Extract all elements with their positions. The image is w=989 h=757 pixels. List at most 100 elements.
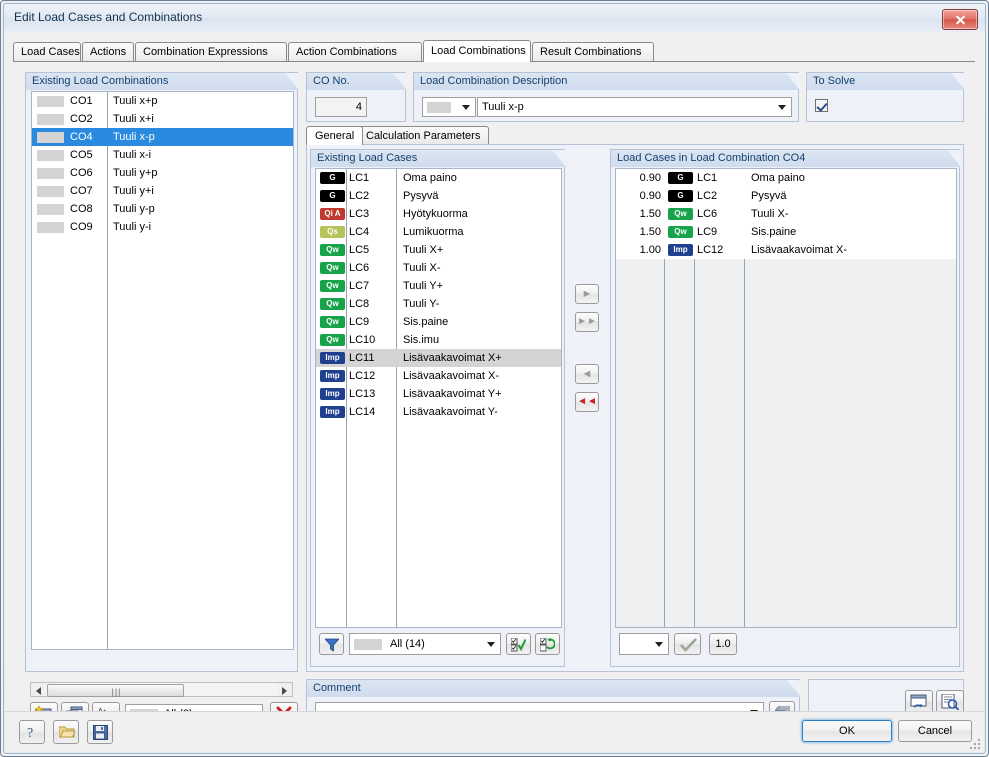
load-case-type-badge: Imp [320, 352, 345, 364]
ok-button[interactable]: OK [802, 720, 892, 742]
save-button[interactable] [87, 720, 113, 744]
combination-load-case-row[interactable]: 1.00 Imp LC12 Lisävaakavoimat X- [616, 241, 956, 259]
combination-load-case-row[interactable]: 1.50 Qw LC9 Sis.paine [616, 223, 956, 241]
combination-load-case-row[interactable]: 0.90 G LC2 Pysyvä [616, 187, 956, 205]
move-right-single-button[interactable]: ► [575, 284, 599, 304]
combinations-horizontal-scrollbar[interactable]: ||| [30, 682, 293, 697]
tab-general[interactable]: General [306, 126, 364, 145]
combination-id: CO9 [70, 221, 93, 233]
load-case-row[interactable]: G LC1 Oma paino [316, 169, 561, 187]
combination-load-case-row[interactable]: 0.90 G LC1 Oma paino [616, 169, 956, 187]
chevron-down-icon [487, 642, 495, 647]
load-case-row[interactable]: Imp LC11 Lisävaakavoimat X+ [316, 349, 561, 367]
load-case-row[interactable]: Qw LC10 Sis.imu [316, 331, 561, 349]
move-right-all-button[interactable]: ►► [575, 312, 599, 332]
load-case-row[interactable]: Imp LC13 Lisävaakavoimat Y+ [316, 385, 561, 403]
combination-load-case-row[interactable]: 1.50 Qw LC6 Tuuli X- [616, 205, 956, 223]
apply-check-button[interactable] [674, 633, 701, 655]
unit-factor-button[interactable]: 1.0 [709, 633, 737, 655]
combination-row[interactable]: CO6 Tuuli y+p [32, 164, 293, 182]
invert-selection-load-cases-button[interactable] [535, 633, 560, 655]
cancel-button[interactable]: Cancel [898, 720, 972, 742]
load-case-description: Pysyvä [403, 190, 439, 202]
combination-id: CO1 [70, 95, 93, 107]
load-case-type-badge: Imp [320, 388, 345, 400]
existing-load-cases-list[interactable]: G LC1 Oma paino G LC2 Pysyvä Qi A LC3 Hyötykuorm… [315, 168, 562, 628]
tab-label: Load Cases [21, 46, 80, 58]
combination-row[interactable]: CO5 Tuuli x-i [32, 146, 293, 164]
load-case-id: LC5 [349, 244, 370, 256]
description-color-combo[interactable] [422, 97, 476, 117]
combination-contents-combo[interactable] [619, 633, 669, 655]
tab-calculation-parameters-label: Calculation Parameters [366, 130, 481, 142]
to-solve-checkbox[interactable] [815, 99, 828, 112]
combination-row[interactable]: CO9 Tuuli y-i [32, 218, 293, 236]
load-case-row[interactable]: Qi A LC3 Hyötykuorma [316, 205, 561, 223]
load-cases-filter-button[interactable] [319, 633, 344, 655]
combination-contents-list[interactable]: 0.90 G LC1 Oma paino 0.90 G LC2 Pysyvä 1.50 Qw LC6… [615, 168, 957, 628]
combination-color-swatch [37, 168, 64, 179]
tab-action-combinations[interactable]: Action Combinations [288, 42, 422, 61]
scroll-thumb[interactable]: ||| [47, 684, 184, 697]
chevron-down-icon [655, 642, 663, 647]
load-case-id: LC7 [349, 280, 370, 292]
load-case-row[interactable]: Qw LC6 Tuuli X- [316, 259, 561, 277]
load-cases-filter-combo[interactable]: All (14) [349, 633, 501, 655]
invert-check-icon [540, 638, 555, 652]
load-case-row[interactable]: Qw LC7 Tuuli Y+ [316, 277, 561, 295]
existing-load-combinations-list[interactable]: CO1 Tuuli x+p CO2 Tuuli x+i CO4 Tuuli x-p CO5 T… [31, 91, 294, 650]
move-left-all-button[interactable]: ◄◄ [575, 392, 599, 412]
existing-load-combinations-group: Existing Load Combinations CO1 Tuuli x+p C… [25, 72, 299, 672]
tab-actions[interactable]: Actions [82, 42, 134, 61]
load-case-row[interactable]: Imp LC14 Lisävaakavoimat Y- [316, 403, 561, 421]
load-case-row[interactable]: G LC2 Pysyvä [316, 187, 561, 205]
move-left-single-button[interactable]: ◄ [575, 364, 599, 384]
combination-load-case-id-cell: Qw LC9 [664, 223, 744, 241]
load-case-type-badge: Qw [668, 226, 693, 238]
description-text-combo[interactable]: Tuuli x-p [477, 97, 792, 117]
load-case-type-badge: Qw [668, 208, 693, 220]
svg-text:?: ? [27, 726, 33, 740]
load-case-id: LC13 [349, 388, 376, 400]
load-case-row[interactable]: Qw LC5 Tuuli X+ [316, 241, 561, 259]
co-number-input[interactable]: 4 [315, 97, 367, 117]
load-case-id: LC10 [349, 334, 376, 346]
tab-calculation-parameters[interactable]: Calculation Parameters [357, 126, 490, 145]
load-case-row[interactable]: Qs LC4 Lumikuorma [316, 223, 561, 241]
combination-row[interactable]: CO4 Tuuli x-p [32, 128, 293, 146]
load-case-id: LC4 [349, 226, 370, 238]
combination-row[interactable]: CO2 Tuuli x+i [32, 110, 293, 128]
title-bar: Edit Load Cases and Combinations [4, 4, 985, 32]
combination-row[interactable]: CO7 Tuuli y+i [32, 182, 293, 200]
combination-color-swatch [37, 96, 64, 107]
load-case-id-cell: Imp LC12 [316, 367, 396, 385]
open-button[interactable] [53, 720, 79, 744]
load-case-description: Tuuli Y+ [403, 280, 444, 292]
resize-grip[interactable] [968, 737, 980, 749]
scroll-right-button[interactable] [277, 683, 292, 696]
select-all-load-cases-button[interactable] [506, 633, 531, 655]
help-button[interactable]: ? [19, 720, 45, 744]
combination-id-cell: CO7 [32, 182, 106, 200]
load-case-id-cell: G LC1 [316, 169, 396, 187]
tab-result-combinations[interactable]: Result Combinations [532, 42, 654, 61]
move-left-single-icon: ◄ [581, 368, 593, 380]
combination-color-swatch [37, 186, 64, 197]
combination-row[interactable]: CO8 Tuuli y-p [32, 200, 293, 218]
load-case-row[interactable]: Qw LC9 Sis.paine [316, 313, 561, 331]
move-right-all-icon: ►► [577, 316, 597, 327]
load-case-id-cell: Qw LC6 [316, 259, 396, 277]
dialog-bottom-bar: ? OK Cancel [5, 711, 984, 752]
load-case-row[interactable]: Qw LC8 Tuuli Y- [316, 295, 561, 313]
load-case-row[interactable]: Imp LC12 Lisävaakavoimat X- [316, 367, 561, 385]
scroll-left-button[interactable] [31, 683, 46, 696]
tab-load-combinations[interactable]: Load Combinations [423, 40, 531, 62]
close-icon[interactable] [942, 9, 978, 30]
move-right-single-icon: ► [581, 288, 593, 300]
chevron-down-icon [778, 105, 786, 110]
combination-row[interactable]: CO1 Tuuli x+p [32, 92, 293, 110]
combination-load-case-id-cell: G LC2 [664, 187, 744, 205]
tab-load-cases[interactable]: Load Cases [13, 42, 81, 61]
tab-combination-expressions[interactable]: Combination Expressions [135, 42, 287, 61]
tab-general-label: General [315, 130, 355, 142]
